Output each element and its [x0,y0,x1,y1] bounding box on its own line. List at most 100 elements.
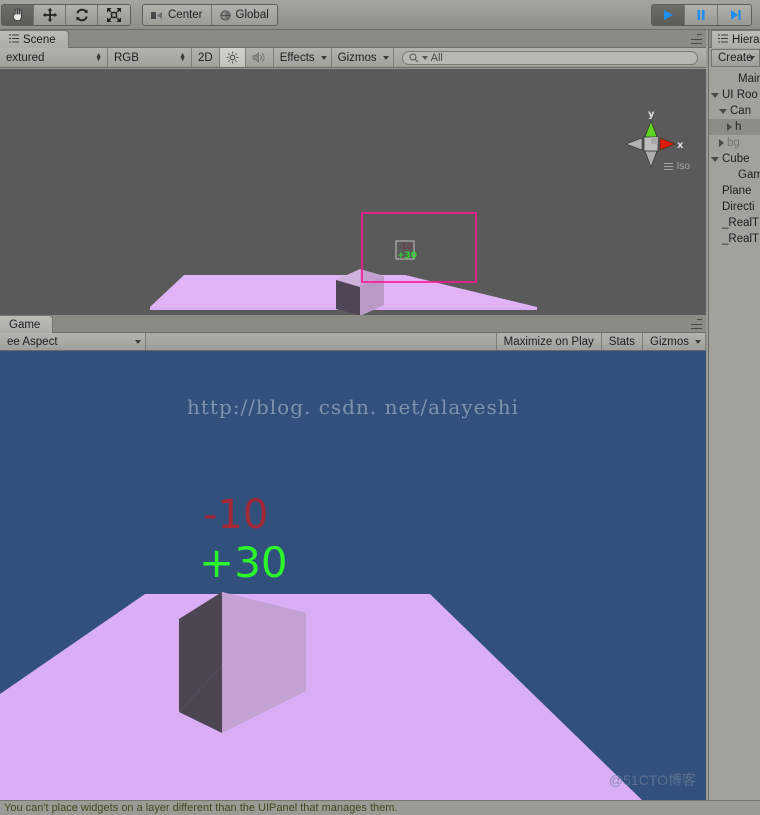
scene-search-input[interactable]: All [401,50,698,65]
hierarchy-row-label: Gam [738,169,760,181]
gizmos-dropdown[interactable]: Gizmos [331,48,394,67]
play-button[interactable] [652,5,685,25]
game-panel-menu-icon[interactable] [688,319,702,329]
toggle-2d-button[interactable]: 2D [192,48,220,67]
hierarchy-row[interactable]: Plane [709,183,760,199]
move-tool-button[interactable] [34,5,66,25]
scene-viewport[interactable]: -10 +30 y x Iso [0,69,706,343]
color-mode-label: RGB [114,51,139,64]
hierarchy-row[interactable]: UI Roo [709,87,760,103]
updown-arrows-icon-2: ▲ ▼ [179,51,186,63]
scene-tab-strip: Scene [0,30,706,48]
pivot-space-group: Center Global [142,4,278,26]
scene-panel-menu-icon[interactable] [688,34,702,44]
stats-label: Stats [608,335,636,348]
status-bar[interactable]: You can't place widgets on a layer diffe… [0,800,760,815]
move-icon [42,7,57,23]
heal-text: +30 [199,542,288,584]
chevron-down-icon[interactable] [719,108,727,114]
step-button[interactable] [718,5,751,25]
rect-transform-tool-button[interactable] [98,5,130,25]
color-mode-dropdown[interactable]: RGB ▲ ▼ [108,48,192,67]
hierarchy-row[interactable]: bg [709,135,760,151]
search-dropdown-caret[interactable] [421,55,428,60]
tab-hierarchy[interactable]: Hiera [711,30,760,48]
svg-text:x: x [677,140,684,151]
sun-icon [226,51,239,64]
hierarchy-row-label: Can [730,105,752,117]
rect-transform-icon [107,8,121,22]
pivot-mode-button[interactable]: Center [143,5,212,25]
scene-panel: Scene extured ▲ ▼ RGB ▲ ▼ 2D Effects Giz… [0,30,706,343]
hierarchy-row-label: Directi [722,201,755,213]
toggle-2d-label: 2D [198,51,213,64]
chevron-right-icon[interactable] [719,139,724,147]
corner-watermark-text: @51CTO博客 [608,772,696,788]
aspect-ratio-dropdown[interactable]: ee Aspect [0,333,146,350]
hierarchy-row[interactable]: Main C [709,71,760,87]
scene-tab-label: Scene [23,33,56,46]
projection-label: Iso [676,161,690,172]
hierarchy-row-label: h [735,121,742,133]
projection-bars-icon [663,163,673,170]
transform-tools-group [1,4,131,26]
chevron-down-icon[interactable] [711,156,719,162]
tab-scene[interactable]: Scene [0,30,69,48]
main-toolbar: Center Global [0,0,760,30]
hierarchy-row[interactable]: h [709,119,760,135]
space-mode-label: Global [235,9,269,21]
hierarchy-row-label: bg [727,137,740,149]
lighting-toggle-button[interactable] [219,48,246,67]
chevron-right-icon[interactable] [727,123,732,131]
hierarchy-panel: Hiera Create Main C UI Roo Can h bg Cube Gam Pl… [708,30,760,800]
hand-tool-button[interactable] [2,5,34,25]
hierarchy-row[interactable]: Gam [709,167,760,183]
updown-arrows-icon: ▲ ▼ [95,51,102,63]
maximize-on-play-label: Maximize on Play [503,335,594,348]
hierarchy-row[interactable]: _RealT [709,215,760,231]
stats-button[interactable]: Stats [601,333,644,350]
space-mode-button[interactable]: Global [211,5,277,25]
maximize-on-play-button[interactable]: Maximize on Play [496,333,602,350]
draw-mode-label: extured [6,51,45,64]
pivot-icon [151,11,163,20]
chevron-down-icon-aspect [135,339,141,344]
corner-watermark: @51CTO博客 [609,770,696,790]
effects-dropdown[interactable]: Effects [273,48,332,67]
hierarchy-row-label: Main C [738,73,760,85]
game-gizmos-dropdown[interactable]: Gizmos [643,333,706,350]
hierarchy-list: Main C UI Roo Can h bg Cube Gam Plane Directi _Re… [709,67,760,247]
step-icon [730,10,741,20]
play-icon [664,10,673,20]
audio-toggle-button[interactable] [245,48,274,67]
hierarchy-row-label: _RealT [722,217,760,229]
effects-label: Effects [279,51,315,64]
tab-game[interactable]: Game [0,315,54,333]
hierarchy-row[interactable]: Cube [709,151,760,167]
search-icon [409,52,419,62]
hierarchy-tab-strip: Hiera [709,30,760,48]
draw-mode-dropdown[interactable]: extured ▲ ▼ [0,48,108,67]
chevron-down-icon-game-gizmos [695,339,701,344]
aspect-ratio-label: ee Aspect [7,335,58,348]
hierarchy-row[interactable]: _RealT [709,231,760,247]
hierarchy-create-button[interactable]: Create [711,49,760,67]
pivot-mode-label: Center [168,9,203,21]
chevron-down-icon-effects [320,55,327,60]
pause-button[interactable] [685,5,718,25]
hierarchy-row-label: Cube [722,153,750,165]
hierarchy-row[interactable]: Directi [709,199,760,215]
chevron-down-icon[interactable] [711,92,719,98]
svg-text:+30: +30 [397,251,417,261]
hierarchy-tab-label: Hiera [732,33,760,46]
svg-text:y: y [648,109,655,120]
blog-watermark: http://blog. csdn. net/alayeshi [0,395,706,419]
hierarchy-row-label: Plane [722,185,752,197]
game-viewport[interactable]: http://blog. csdn. net/alayeshi -10 +30 … [0,351,706,800]
game-tab-label: Game [9,318,41,331]
scene-toolbar: extured ▲ ▼ RGB ▲ ▼ 2D Effects Gizmos Al… [0,48,706,68]
scene-projection-mode[interactable]: Iso [663,161,690,172]
hierarchy-row[interactable]: Can [709,103,760,119]
chevron-down-icon-create [749,56,755,60]
rotate-tool-button[interactable] [66,5,98,25]
